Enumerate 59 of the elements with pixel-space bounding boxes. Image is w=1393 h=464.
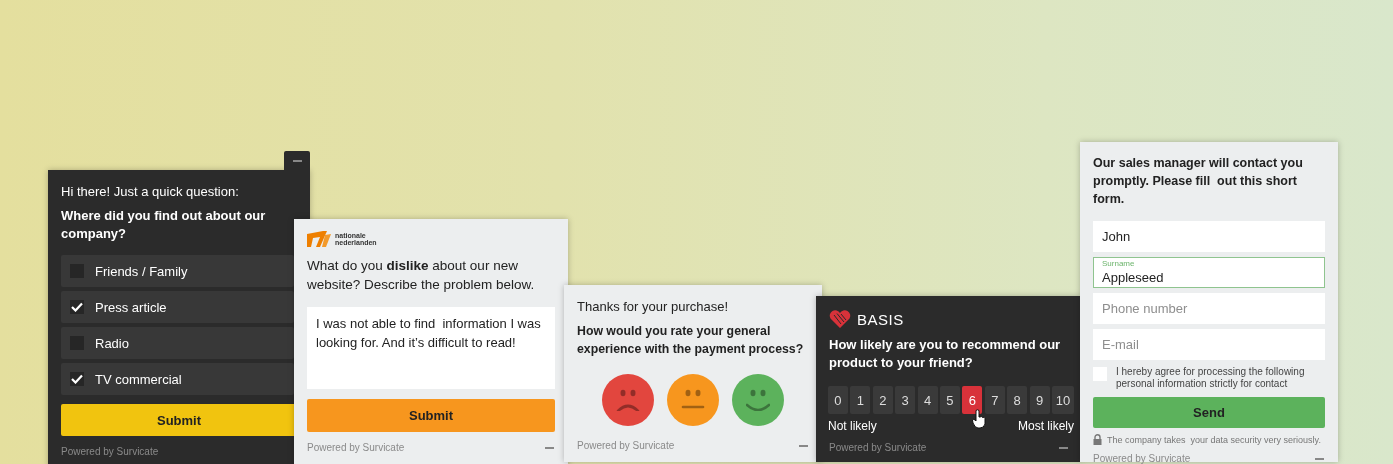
check-icon [71,374,83,384]
submit-button[interactable]: Submit [61,404,297,436]
security-note: The company takes your data security very seriously. [1107,434,1321,445]
rating-button[interactable] [602,374,654,426]
check-icon [71,302,83,312]
question-text: What do you dislike about our new website? Describe the problem below. [307,257,536,294]
question-text: How would you rate your general experience with the payment process? [577,323,805,358]
brand-name: BASIS [857,310,904,328]
input-field[interactable]: John [1093,221,1325,252]
score-button[interactable]: 5 [940,386,960,414]
smile-face-icon [746,389,770,411]
option-label: Press article [95,299,167,315]
input-field[interactable]: Phone number [1093,293,1325,324]
option-row[interactable]: Radio [61,327,294,359]
score-button[interactable]: 7 [984,386,1005,414]
intro-text: Thanks for your purchase! [577,299,730,314]
option-label: Friends / Family [95,263,188,279]
heart-logo-icon [829,310,851,328]
option-label: Radio [95,335,129,351]
option-row[interactable]: Friends / Family [61,255,294,287]
score-button[interactable]: 8 [1007,386,1028,414]
send-button[interactable]: Send [1093,397,1325,428]
powered-by-text: Powered by Survicate [1093,453,1191,464]
score-button[interactable]: 4 [917,386,938,414]
rating-button[interactable] [732,374,784,426]
question-text: Where did you find out about our company? [61,207,267,243]
hand-cursor-icon [972,409,986,429]
consent-text: I hereby agree for processing the following personal information strictly for contact [1116,366,1306,390]
input-field[interactable]: E-mail [1093,329,1325,360]
submit-button[interactable]: Submit [307,399,555,432]
intro-text: Hi there! Just a quick question: [61,184,240,199]
score-button[interactable]: 2 [872,386,893,414]
powered-by-text: Powered by Survicate [307,442,405,453]
option-row[interactable]: TV commercial [61,363,294,395]
score-button[interactable]: 1 [850,386,871,414]
lock-icon [1093,434,1102,445]
option-label: TV commercial [95,371,182,387]
score-button[interactable]: 6 [962,386,983,414]
neutral-face-icon [681,389,705,411]
floating-label: Surname [1102,259,1135,268]
score-button[interactable]: 0 [828,386,848,414]
option-row[interactable]: Press article [61,291,294,323]
question-text: Our sales manager will contact you promptly. Please fill out this short form. [1093,155,1304,208]
score-button[interactable]: 9 [1029,386,1050,414]
powered-by-text: Powered by Survicate [61,446,159,457]
powered-by-text: Powered by Survicate [829,442,927,453]
checkbox[interactable] [70,300,84,314]
high-end-label: Most likely [1018,419,1074,433]
powered-by-text: Powered by Survicate [577,440,675,451]
minimize-button[interactable] [284,151,310,170]
frown-face-icon [616,389,640,411]
question-text: How likely are you to recommend our product to your friend? [829,336,1062,372]
score-button[interactable]: 10 [1052,386,1074,414]
low-end-label: Not likely [828,419,877,433]
checkbox[interactable] [70,372,84,386]
logo-icon [307,231,331,247]
score-button[interactable]: 3 [895,386,916,414]
rating-button[interactable] [667,374,719,426]
answer-field[interactable]: I was not able to find information I was looking for. And it’s difficult to read! [307,307,555,389]
